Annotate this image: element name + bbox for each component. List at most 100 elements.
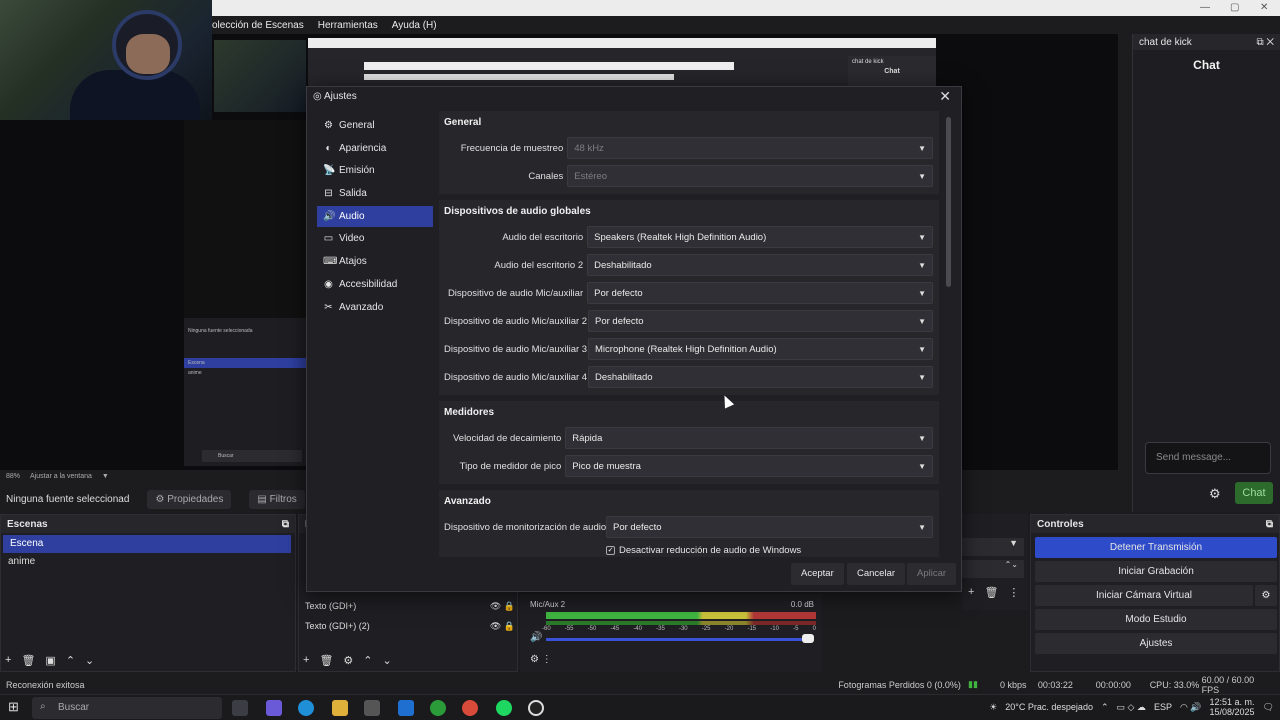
settings-button[interactable]: Ajustes [1035,633,1277,654]
fit-window-button[interactable]: Ajustar a la ventana [30,473,92,480]
mini-scene-header [184,344,306,348]
speaker-icon[interactable]: 🔊 [530,632,542,643]
add-icon[interactable]: + [303,654,309,667]
scene-item[interactable]: anime [1,553,295,571]
obs-taskbar-icon[interactable] [528,700,544,716]
audio-device-select[interactable]: Por defecto ▼ [588,310,933,332]
accept-button[interactable]: Aceptar [791,563,844,585]
peak-meter-select[interactable]: Pico de muestra ▼ [565,455,933,477]
language[interactable]: ESP [1154,702,1172,712]
setting-row: Canales Estéreo ▼ [444,162,933,190]
windows-start-icon[interactable]: ⊞ [8,699,19,715]
send-message-input[interactable]: Send message... [1145,442,1271,474]
chrome-icon[interactable] [462,700,478,716]
scrollbar[interactable] [946,117,951,287]
copilot-icon[interactable] [266,700,282,716]
apply-button[interactable]: Aplicar [907,563,957,585]
volume-slider-handle[interactable] [802,634,814,643]
monitor-device-select[interactable]: Por defecto ▼ [606,516,933,538]
clock[interactable]: 12:51 a. m. 15/08/2025 [1210,697,1255,717]
wifi-volume-icons[interactable]: ◠ 🔊 [1180,702,1202,713]
store-icon[interactable] [364,700,380,716]
outlook-icon[interactable] [398,700,414,716]
nav-item-emisión[interactable]: 📡 Emisión [317,160,433,181]
source-row[interactable]: Texto (GDI+) (2) 👁 🔒 [305,617,515,635]
filter-icon[interactable]: ▣ [45,654,55,667]
notification-icon[interactable]: 🗨 [1263,702,1274,713]
nav-item-avanzado[interactable]: ✂ Avanzado [317,297,433,318]
audio-device-select[interactable]: Deshabilitado ▼ [587,254,933,276]
nav-item-apariencia[interactable]: ◐ Apariencia [317,138,433,159]
chat-send-button[interactable]: Chat [1235,482,1273,504]
undock-icon[interactable]: ⧉ [282,519,289,530]
nav-item-audio[interactable]: 🔊 Audio [317,205,433,227]
cancel-button[interactable]: Cancelar [847,563,906,585]
properties-button[interactable]: ⚙ Propiedades [147,489,232,509]
ducking-checkbox-row[interactable]: ✓ Desactivar reducción de audio de Windo… [444,541,933,557]
volume-slider[interactable] [546,638,810,641]
visibility-lock-icons[interactable]: 👁 🔒 [490,601,515,612]
task-view-icon[interactable] [232,700,248,716]
tray-chevron-icon[interactable]: ⌃ [1101,702,1109,713]
dock-controls[interactable]: ⧉ ✕ [1256,37,1274,48]
nav-item-salida[interactable]: ⊟ Salida [317,183,433,204]
close-icon[interactable]: ✕ [939,88,951,105]
trash-icon[interactable]: 🗑 [984,586,998,599]
tray-icons[interactable]: ▭ ◇ ☁ [1117,702,1146,713]
move-up-icon[interactable]: ⌃ [363,654,372,667]
virtual-camera-button[interactable]: Iniciar Cámara Virtual [1035,585,1253,606]
filters-button[interactable]: ▤ Filtros [249,489,305,509]
menu-scene-collection[interactable]: olección de Escenas [212,20,304,31]
nav-item-atajos[interactable]: ⌨ Atajos [317,251,433,272]
audio-device-select[interactable]: Microphone (Realtek High Definition Audi… [588,338,933,360]
visibility-lock-icons[interactable]: 👁 🔒 [490,621,515,632]
device-rows: Audio del escritorio Speakers (Realtek Hi… [444,223,933,391]
stop-stream-button[interactable]: Detener Transmisión [1035,537,1277,558]
add-icon[interactable]: + [5,654,11,667]
section-title: Medidores [444,407,495,418]
file-explorer-icon[interactable] [332,700,348,716]
meter-tick-label: -40 [633,626,642,632]
maximize-icon[interactable]: ▢ [1230,2,1239,13]
gear-icon[interactable]: ⚙ [1209,486,1221,502]
taskbar-search[interactable]: ⌕ Buscar [32,697,222,719]
menu-help[interactable]: Ayuda (H) [392,20,437,31]
transition-select[interactable]: ▼ [962,538,1024,556]
nav-item-general[interactable]: ⚙ General [317,115,433,136]
sample-rate-select[interactable]: 48 kHz ▼ [567,137,933,159]
chevron-down-icon: ▼ [918,288,926,298]
zoom-level[interactable]: 88% [6,473,20,480]
mixer-channel-name: Mic/Aux 2 [530,600,566,609]
scene-item[interactable]: Escena [3,535,291,553]
decay-select[interactable]: Rápida ▼ [565,427,933,449]
nav-item-accesibilidad[interactable]: ◉ Accesibilidad [317,274,433,295]
minimize-icon[interactable]: — [1200,2,1210,13]
chevron-down-icon[interactable]: ▼ [102,473,109,480]
audio-device-select[interactable]: Por defecto ▼ [587,282,933,304]
audio-device-select[interactable]: Speakers (Realtek High Definition Audio)… [587,226,933,248]
nav-item-video[interactable]: ▭ Video [317,228,433,249]
add-icon[interactable]: + [968,586,974,599]
gear-icon[interactable]: ⚙ [343,654,353,667]
xbox-icon[interactable] [430,700,446,716]
undock-icon[interactable]: ⧉ [1266,519,1273,530]
studio-mode-button[interactable]: Modo Estudio [1035,609,1277,630]
move-down-icon[interactable]: ⌄ [383,654,392,667]
more-icon[interactable]: ⋮ [1008,586,1019,599]
channels-select[interactable]: Estéreo ▼ [567,165,933,187]
spotify-icon[interactable] [496,700,512,716]
source-row[interactable]: Texto (GDI+) 👁 🔒 [305,597,515,615]
gear-icon[interactable]: ⚙ [1255,585,1277,606]
trash-icon[interactable]: 🗑 [319,654,333,667]
mixer-gear-icon[interactable]: ⚙ ⋮ [530,654,552,665]
edge-icon[interactable] [298,700,314,716]
move-up-icon[interactable]: ⌃ [66,654,75,667]
start-recording-button[interactable]: Iniciar Grabación [1035,561,1277,582]
menu-tools[interactable]: Herramientas [318,20,378,31]
move-down-icon[interactable]: ⌄ [85,654,94,667]
trash-icon[interactable]: 🗑 [21,654,35,667]
close-icon[interactable]: ✕ [1260,2,1268,13]
checkbox-checked[interactable]: ✓ [606,545,615,555]
audio-device-select[interactable]: Deshabilitado ▼ [588,366,933,388]
duration-stepper[interactable]: ⌃⌄ [962,560,1024,578]
